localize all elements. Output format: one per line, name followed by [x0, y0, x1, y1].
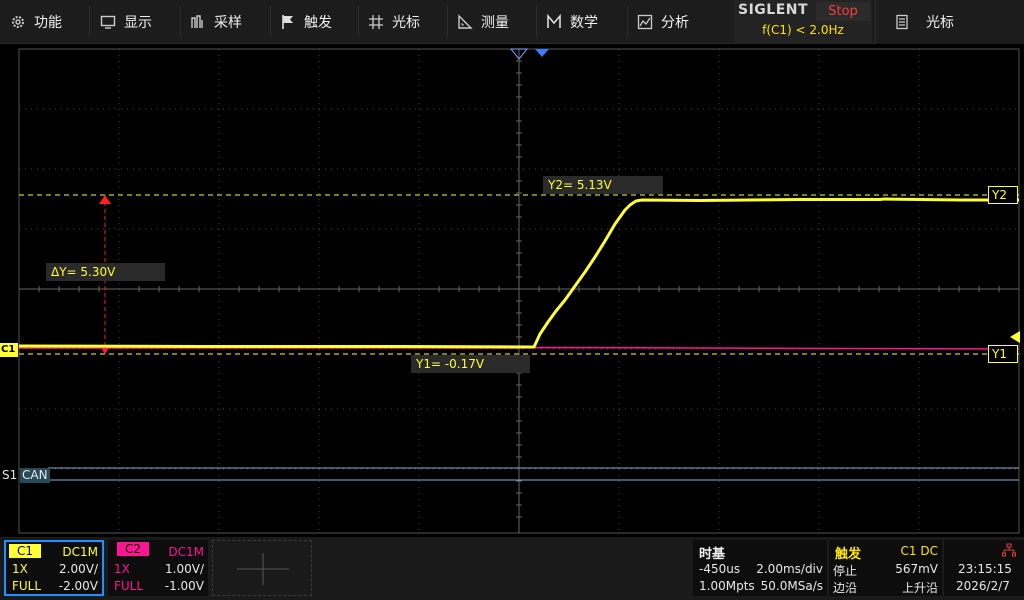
- run-stop-button[interactable]: Stop: [816, 2, 870, 21]
- timebase-title: 时基: [699, 547, 726, 562]
- ch1-offset: -2.00V: [58, 579, 98, 593]
- trigger-slope: 上升沿: [901, 581, 938, 595]
- ch1-probe: 1X: [12, 562, 28, 576]
- timebase-scale: 2.00ms/div: [756, 562, 823, 576]
- gear-icon: [10, 14, 26, 30]
- clock-panel: 23:15:15 2026/2/7: [944, 540, 1024, 596]
- network-icon: [1002, 543, 1016, 557]
- menu-math[interactable]: 数学: [546, 0, 598, 44]
- menu-math-label: 数学: [570, 15, 598, 31]
- status-panel: SIGLENT Stop f(C1) < 2.0Hz: [734, 0, 872, 44]
- trigger-level-marker[interactable]: [1010, 331, 1020, 343]
- waveform-display[interactable]: [0, 44, 1024, 537]
- cursor-y1-readout: Y1= -0.17V: [411, 355, 530, 373]
- ch2-probe: 1X: [114, 562, 130, 576]
- timebase-memory: 1.00Mpts: [699, 579, 755, 593]
- status-bar: C1 DC1M 1X 2.00V/ FULL -2.00V C2 DC1M 1X 1.…: [0, 537, 1024, 600]
- timebase-delay: -450us: [699, 562, 741, 576]
- delta-arrow-top: [99, 195, 111, 204]
- cursor-y2-readout: Y2= 5.13V: [543, 176, 663, 194]
- menu-display[interactable]: 显示: [100, 0, 152, 44]
- crosshair-icon: [368, 14, 384, 30]
- timebase-panel[interactable]: 时基 -450us 2.00ms/div 1.00Mpts 50.0MSa/s: [693, 540, 827, 596]
- menu-cursor-label: 光标: [392, 15, 420, 31]
- add-channel-slot[interactable]: [212, 540, 312, 596]
- trigger-state: 停止: [833, 564, 858, 578]
- ch1-scale: 2.00V/: [59, 562, 98, 576]
- serial-protocol-label[interactable]: CAN: [20, 468, 50, 483]
- trigger-type: 边沿: [833, 581, 858, 595]
- ch1-coupling: DC1M: [62, 545, 98, 559]
- cursor-doc-icon: [894, 14, 910, 30]
- display-icon: [100, 14, 116, 30]
- ch2-scale: 1.00V/: [165, 562, 204, 576]
- ch2-offset: -1.00V: [164, 579, 204, 593]
- clock-time: 23:15:15: [958, 562, 1012, 576]
- menu-measure-label: 测量: [481, 15, 509, 31]
- menu-utility[interactable]: 功能: [10, 0, 62, 44]
- ch2-coupling: DC1M: [168, 545, 204, 559]
- ch1-offset-marker[interactable]: C1: [0, 343, 18, 357]
- plus-icon: [237, 553, 289, 585]
- serial-bus-label: S1: [2, 468, 18, 482]
- cursor-y1-tag[interactable]: Y1: [988, 345, 1018, 363]
- trigger-title: 触发: [835, 547, 862, 562]
- clock-date: 2026/2/7: [956, 579, 1010, 593]
- flag-icon: [280, 14, 296, 30]
- trigger-level: 567mV: [895, 562, 938, 576]
- trigger-panel[interactable]: 触发 C1 DC 停止 567mV 边沿 上升沿: [829, 540, 942, 596]
- menu-bar: 功能 显示 采样 触发 光标 测量 数学 分析 SIGLENT Stop f(C…: [0, 0, 1024, 44]
- delay-marker[interactable]: [535, 49, 549, 57]
- ch2-bandwidth: FULL: [114, 579, 144, 593]
- ch1-info-box[interactable]: C1 DC1M 1X 2.00V/ FULL -2.00V: [4, 540, 104, 596]
- menu-analysis-label: 分析: [661, 15, 689, 31]
- menu-cursor[interactable]: 光标: [368, 0, 420, 44]
- brand-logo: SIGLENT: [738, 2, 809, 18]
- cursor-y2-tag[interactable]: Y2: [988, 186, 1018, 204]
- ruler-icon: [457, 14, 473, 30]
- trigger-source: C1 DC: [900, 544, 938, 558]
- cursor-softkey-label: 光标: [926, 15, 954, 31]
- analysis-icon: [637, 14, 653, 30]
- cursor-softkey[interactable]: 光标: [875, 0, 1024, 44]
- menu-measure[interactable]: 测量: [457, 0, 509, 44]
- menu-display-label: 显示: [124, 15, 152, 31]
- math-icon: [546, 14, 562, 30]
- menu-trigger-label: 触发: [304, 15, 332, 31]
- timebase-sample-rate: 50.0MSa/s: [760, 579, 823, 593]
- ch2-info-box[interactable]: C2 DC1M 1X 1.00V/ FULL -1.00V: [108, 540, 208, 596]
- frequency-readout: f(C1) < 2.0Hz: [762, 23, 844, 37]
- menu-analysis[interactable]: 分析: [637, 0, 689, 44]
- menu-acquire-label: 采样: [214, 15, 242, 31]
- ch1-bandwidth: FULL: [12, 579, 42, 593]
- cursor-delta-readout: ΔY= 5.30V: [46, 263, 165, 281]
- menu-trigger[interactable]: 触发: [280, 0, 332, 44]
- menu-utility-label: 功能: [34, 15, 62, 31]
- menu-acquire[interactable]: 采样: [190, 0, 242, 44]
- acquire-icon: [190, 14, 206, 30]
